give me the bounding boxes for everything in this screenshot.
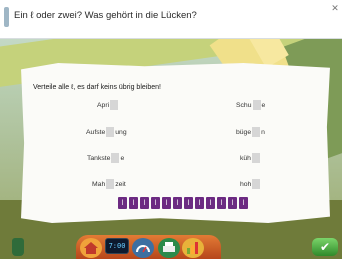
word-prefix: Tankste — [87, 154, 111, 162]
word-suffix: zeit — [115, 180, 126, 188]
word-prefix: Mah — [92, 180, 106, 188]
word-item: Mah zeit — [92, 179, 126, 189]
word-item: hoh — [240, 179, 261, 189]
letter-tile[interactable]: l — [129, 197, 138, 209]
ok-check-button[interactable]: ✔ — [312, 238, 338, 256]
letter-tile[interactable]: l — [228, 197, 237, 209]
word-suffix: e — [261, 101, 266, 109]
letter-gap[interactable] — [111, 153, 120, 163]
letter-tile[interactable]: l — [151, 197, 160, 209]
word-suffix: n — [261, 128, 265, 136]
bottle-icon[interactable] — [12, 238, 24, 256]
letter-tile[interactable]: l — [140, 197, 149, 209]
letter-gap[interactable] — [106, 179, 115, 189]
word-item: Apri — [97, 100, 119, 110]
word-prefix: büge — [236, 128, 252, 136]
letter-tile-tray: l l l l l l l l l l l l — [118, 197, 248, 209]
letter-gap[interactable] — [252, 100, 261, 110]
letter-gap[interactable] — [110, 100, 119, 110]
gauge-icon[interactable] — [132, 238, 154, 258]
word-item: Aufste ung — [86, 127, 127, 137]
letter-tile[interactable]: l — [206, 197, 215, 209]
close-icon[interactable]: ✕ — [330, 3, 340, 13]
level-bars-icon[interactable] — [182, 238, 204, 258]
letter-tile[interactable]: l — [162, 197, 171, 209]
letter-tile[interactable]: l — [239, 197, 248, 209]
letter-gap[interactable] — [252, 127, 261, 137]
letter-gap[interactable] — [106, 127, 115, 137]
word-suffix: ung — [115, 128, 127, 136]
task-instruction: Verteile alle ℓ, es darf keins übrig ble… — [33, 84, 161, 91]
letter-tile[interactable]: l — [173, 197, 182, 209]
letter-tile[interactable]: l — [184, 197, 193, 209]
word-prefix: hoh — [240, 180, 252, 188]
word-item: büge n — [236, 127, 265, 137]
clock-display: 7:00 — [105, 238, 129, 254]
letter-tile[interactable]: l — [118, 197, 127, 209]
word-suffix: e — [120, 154, 125, 162]
title-bar: Ein ℓ oder zwei? Was gehört in die Lücke… — [0, 0, 342, 39]
title-tab-icon — [4, 7, 9, 27]
house-icon[interactable] — [80, 238, 102, 258]
word-item: Schu e — [236, 100, 265, 110]
word-prefix: Aufste — [86, 128, 106, 136]
printer-icon[interactable] — [158, 238, 180, 258]
word-prefix: küh — [240, 154, 251, 162]
word-item: küh — [240, 153, 261, 163]
word-prefix: Apri — [97, 101, 110, 109]
letter-gap[interactable] — [252, 179, 261, 189]
letter-tile[interactable]: l — [217, 197, 226, 209]
window-title: Ein ℓ oder zwei? Was gehört in die Lücke… — [14, 10, 197, 21]
letter-tile[interactable]: l — [195, 197, 204, 209]
letter-gap[interactable] — [251, 153, 260, 163]
word-prefix: Schu — [236, 101, 252, 109]
word-item: Tankste e — [87, 153, 124, 163]
